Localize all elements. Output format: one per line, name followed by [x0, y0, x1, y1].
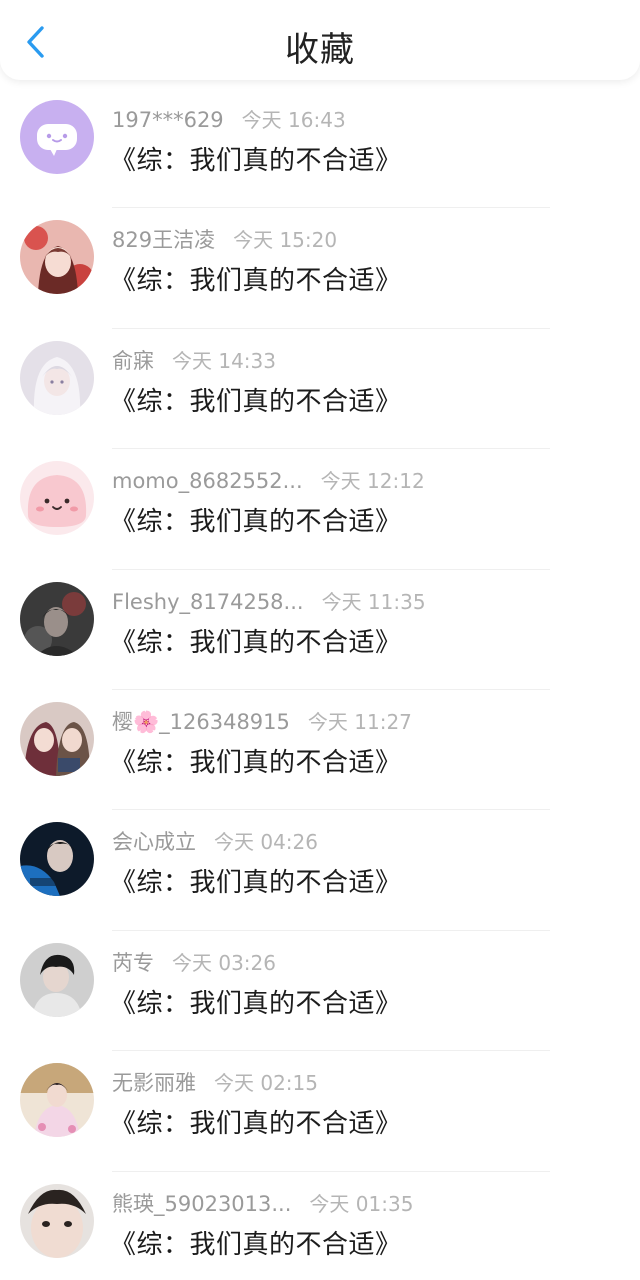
user-name[interactable]: 俞寐	[112, 345, 154, 375]
book-title[interactable]: 《综：我们真的不合适》	[110, 1224, 402, 1261]
boy-blue-avatar[interactable]	[20, 822, 94, 897]
user-name[interactable]: 樱🌸_126348915	[112, 706, 290, 736]
timestamp: 今天 01:35	[309, 1191, 414, 1216]
top-bar: 收藏	[0, 0, 640, 80]
timestamp: 今天 03:26	[172, 950, 276, 975]
timestamp: 今天 14:33	[172, 348, 276, 373]
list-item[interactable]: 829王洁凌 今天 15:20 《综：我们真的不合适》	[0, 208, 640, 329]
user-name[interactable]: 芮专	[112, 947, 154, 977]
anime-girl-red-avatar[interactable]	[20, 220, 94, 295]
item-meta: 樱🌸_126348915 今天 11:27	[112, 706, 412, 736]
user-name[interactable]: 熊瑛_59023013...	[112, 1188, 291, 1218]
timestamp: 今天 11:27	[307, 709, 412, 734]
girl-face-avatar[interactable]	[20, 1183, 94, 1258]
list-item[interactable]: 熊瑛_59023013... 今天 01:35 《综：我们真的不合适》	[0, 1172, 640, 1280]
user-name[interactable]: 无影丽雅	[112, 1067, 196, 1097]
item-meta: 俞寐 今天 14:33	[112, 345, 276, 375]
book-title[interactable]: 《综：我们真的不合适》	[110, 260, 402, 297]
anime-white-hair-avatar[interactable]	[20, 340, 94, 415]
dark-portrait-avatar[interactable]	[20, 581, 94, 656]
list-item[interactable]: Fleshy_8174258... 今天 11:35 《综：我们真的不合适》	[0, 570, 640, 690]
user-name[interactable]: Fleshy_8174258...	[112, 590, 304, 614]
list-item[interactable]: 芮专 今天 03:26 《综：我们真的不合适》	[0, 931, 640, 1052]
favorites-list: 197***629 今天 16:43 《综：我们真的不合适》 829王洁凌 今天…	[0, 88, 640, 1280]
item-meta: 熊瑛_59023013... 今天 01:35	[112, 1188, 413, 1218]
book-title[interactable]: 《综：我们真的不合适》	[110, 140, 402, 177]
user-name[interactable]: momo_8682552...	[112, 469, 303, 493]
timestamp: 今天 12:12	[320, 469, 425, 494]
timestamp: 今天 16:43	[241, 108, 346, 132]
item-meta: 197***629 今天 16:43	[112, 104, 346, 133]
list-item[interactable]: momo_8682552... 今天 12:12 《综：我们真的不合适》	[0, 449, 640, 570]
timestamp: 今天 04:26	[214, 830, 318, 855]
book-title[interactable]: 《综：我们真的不合适》	[110, 381, 402, 418]
item-meta: 829王洁凌 今天 15:20	[112, 224, 337, 254]
list-item[interactable]: 197***629 今天 16:43 《综：我们真的不合适》	[0, 88, 640, 209]
book-title[interactable]: 《综：我们真的不合适》	[110, 501, 402, 538]
timestamp: 今天 11:35	[321, 589, 426, 614]
chat-bubble-avatar[interactable]	[20, 100, 94, 174]
pink-blob-avatar[interactable]	[20, 461, 94, 536]
timestamp: 今天 15:20	[233, 228, 338, 253]
list-item[interactable]: 会心成立 今天 04:26 《综：我们真的不合适》	[0, 810, 640, 931]
item-meta: Fleshy_8174258... 今天 11:35	[112, 586, 426, 615]
item-meta: momo_8682552... 今天 12:12	[112, 465, 425, 494]
anime-couple-avatar[interactable]	[20, 701, 94, 776]
boy-grey-avatar[interactable]	[20, 942, 94, 1017]
item-meta: 芮专 今天 03:26	[112, 947, 276, 977]
user-name[interactable]: 829王洁凌	[112, 224, 215, 254]
item-meta: 无影丽雅 今天 02:15	[112, 1067, 318, 1097]
user-name[interactable]: 会心成立	[112, 826, 196, 856]
favorites-screen: 收藏 197***629 今天 16:43 《综：我们真的不合适》 829王洁凌…	[0, 0, 640, 1280]
list-item[interactable]: 无影丽雅 今天 02:15 《综：我们真的不合适》	[0, 1051, 640, 1172]
user-name[interactable]: 197***629	[112, 108, 224, 132]
book-title[interactable]: 《综：我们真的不合适》	[110, 983, 402, 1020]
timestamp: 今天 02:15	[214, 1071, 318, 1096]
list-item[interactable]: 俞寐 今天 14:33 《综：我们真的不合适》	[0, 329, 640, 450]
page-title: 收藏	[285, 30, 355, 70]
girl-costume-avatar[interactable]	[20, 1063, 94, 1138]
book-title[interactable]: 《综：我们真的不合适》	[110, 742, 402, 779]
book-title[interactable]: 《综：我们真的不合适》	[110, 1103, 402, 1140]
list-item[interactable]: 樱🌸_126348915 今天 11:27 《综：我们真的不合适》	[0, 690, 640, 811]
item-meta: 会心成立 今天 04:26	[112, 826, 318, 856]
book-title[interactable]: 《综：我们真的不合适》	[110, 862, 402, 899]
book-title[interactable]: 《综：我们真的不合适》	[110, 622, 402, 659]
